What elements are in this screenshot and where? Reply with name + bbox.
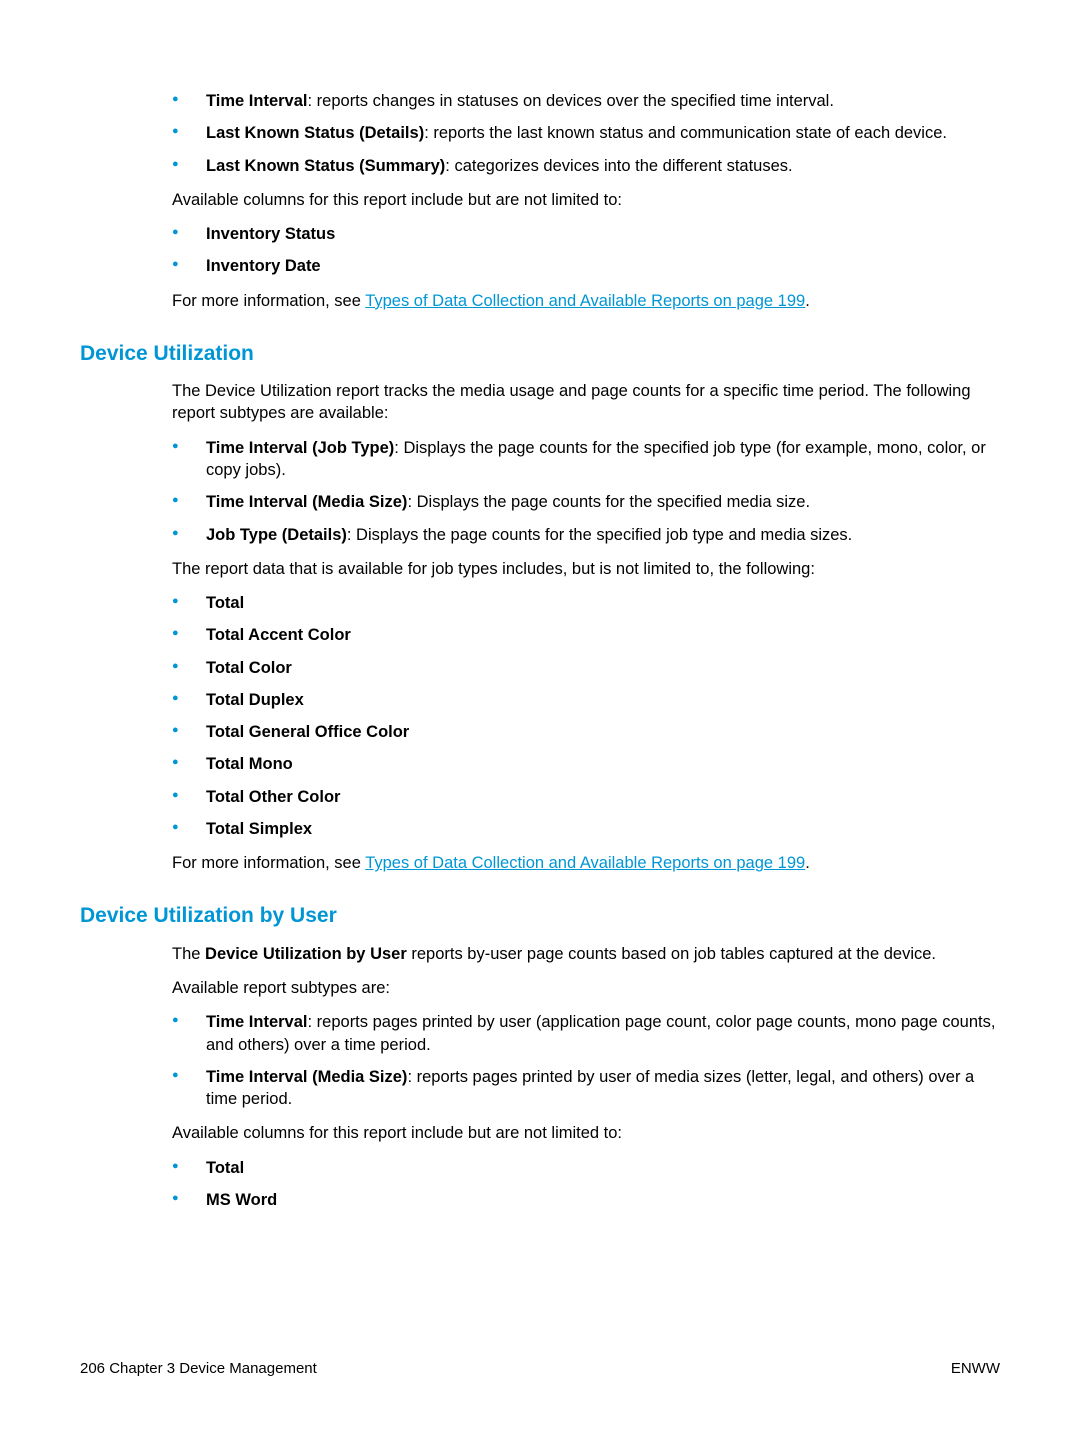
- section-2-list: Time Interval (Job Type) : Displays the p…: [172, 437, 1000, 546]
- desc: : reports pages printed by user (applica…: [206, 1013, 995, 1053]
- section-1-columns-list: Inventory Status Inventory Date: [172, 223, 1000, 278]
- term: Time Interval: [206, 1013, 308, 1031]
- section-3-cols-list: Total MS Word: [172, 1157, 1000, 1212]
- list-item: Total Mono: [172, 753, 1000, 775]
- col-name: Total: [206, 1159, 244, 1177]
- jobtype: Total Accent Color: [206, 626, 351, 644]
- list-item: Time Interval (Media Size): reports page…: [172, 1066, 1000, 1111]
- list-item: Total: [172, 592, 1000, 614]
- desc: : Displays the page counts for the speci…: [407, 493, 810, 511]
- term: Last Known Status (Details): [206, 124, 424, 142]
- col-name: Inventory Status: [206, 225, 335, 243]
- list-item: Total Duplex: [172, 689, 1000, 711]
- available-columns-intro: Available columns for this report includ…: [172, 189, 1000, 211]
- list-item: Total Simplex: [172, 818, 1000, 840]
- for-more-info: For more information, see Types of Data …: [172, 852, 1000, 874]
- list-item: Total General Office Color: [172, 721, 1000, 743]
- heading-device-utilization-by-user: Device Utilization by User: [80, 902, 1000, 930]
- term: Time Interval: [206, 92, 308, 110]
- subtypes-intro: Available report subtypes are:: [172, 977, 1000, 999]
- list-item: Total Accent Color: [172, 624, 1000, 646]
- jobtype: Total General Office Color: [206, 723, 409, 741]
- term: Time Interval (Job Type): [206, 439, 394, 457]
- jobtype: Total Simplex: [206, 820, 312, 838]
- section-1-content: Time Interval: reports changes in status…: [172, 90, 1000, 312]
- list-item: Total: [172, 1157, 1000, 1179]
- page-footer: 206 Chapter 3 Device Management ENWW: [80, 1359, 1000, 1379]
- term: Job Type (Details): [206, 526, 347, 544]
- footer-left: 206 Chapter 3 Device Management: [80, 1359, 317, 1379]
- intro-post: reports by-user page counts based on job…: [407, 945, 936, 963]
- list-item: Job Type (Details): Displays the page co…: [172, 524, 1000, 546]
- section-2-content: The Device Utilization report tracks the…: [172, 380, 1000, 874]
- list-item: Inventory Status: [172, 223, 1000, 245]
- list-item: Time Interval (Media Size): Displays the…: [172, 491, 1000, 513]
- list-item: Last Known Status (Details): reports the…: [172, 122, 1000, 144]
- jobtype: Total: [206, 594, 244, 612]
- col-name: MS Word: [206, 1191, 277, 1209]
- list-item: Time Interval: reports changes in status…: [172, 90, 1000, 112]
- list-item: MS Word: [172, 1189, 1000, 1211]
- section-3-list: Time Interval: reports pages printed by …: [172, 1011, 1000, 1110]
- list-item: Time Interval (Job Type): Displays the p…: [172, 437, 1000, 482]
- types-of-data-collection-link[interactable]: Types of Data Collection and Available R…: [365, 854, 805, 872]
- list-item: Last Known Status (Summary): categorizes…: [172, 155, 1000, 177]
- desc: : categorizes devices into the different…: [445, 157, 792, 175]
- for-more-prefix: For more information, see: [172, 854, 365, 872]
- for-more-prefix: For more information, see: [172, 292, 365, 310]
- section-3-content: The Device Utilization by User reports b…: [172, 943, 1000, 1211]
- term: Last Known Status (Summary): [206, 157, 445, 175]
- desc: : Displays the page counts for the speci…: [347, 526, 852, 544]
- jobtype: Total Other Color: [206, 788, 340, 806]
- jobtype: Total Duplex: [206, 691, 304, 709]
- footer-right: ENWW: [951, 1359, 1000, 1379]
- list-item: Inventory Date: [172, 255, 1000, 277]
- term: Time Interval (Media Size): [206, 493, 407, 511]
- heading-device-utilization: Device Utilization: [80, 340, 1000, 368]
- intro-bold: Device Utilization by User: [205, 945, 407, 963]
- desc: : reports the last known status and comm…: [424, 124, 947, 142]
- section-3-cols-intro: Available columns for this report includ…: [172, 1122, 1000, 1144]
- for-more-suffix: .: [805, 292, 810, 310]
- jobtypes-intro: The report data that is available for jo…: [172, 558, 1000, 580]
- list-item: Time Interval: reports pages printed by …: [172, 1011, 1000, 1056]
- intro-pre: The: [172, 945, 205, 963]
- jobtype: Total Mono: [206, 755, 293, 773]
- list-item: Total Other Color: [172, 786, 1000, 808]
- for-more-info: For more information, see Types of Data …: [172, 290, 1000, 312]
- document-page: Time Interval: reports changes in status…: [0, 0, 1080, 1437]
- section-2-intro: The Device Utilization report tracks the…: [172, 380, 1000, 425]
- col-name: Inventory Date: [206, 257, 321, 275]
- list-item: Total Color: [172, 657, 1000, 679]
- jobtype: Total Color: [206, 659, 292, 677]
- types-of-data-collection-link[interactable]: Types of Data Collection and Available R…: [365, 292, 805, 310]
- section-2-jobtypes-list: Total Total Accent Color Total Color Tot…: [172, 592, 1000, 840]
- for-more-suffix: .: [805, 854, 810, 872]
- section-3-intro: The Device Utilization by User reports b…: [172, 943, 1000, 965]
- section-1-list: Time Interval: reports changes in status…: [172, 90, 1000, 177]
- term: Time Interval (Media Size): [206, 1068, 407, 1086]
- desc: : reports changes in statuses on devices…: [308, 92, 834, 110]
